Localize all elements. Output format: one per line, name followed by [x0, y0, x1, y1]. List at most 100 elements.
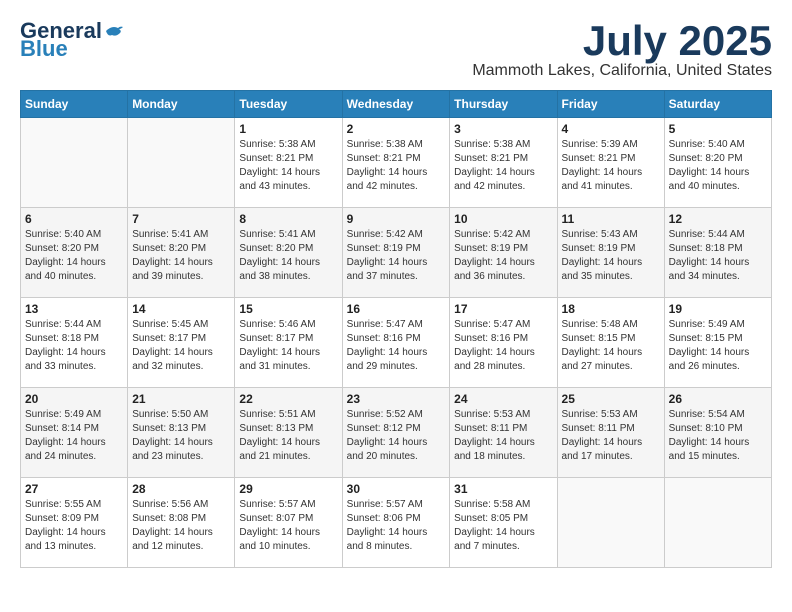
day-info: Sunrise: 5:40 AM Sunset: 8:20 PM Dayligh…	[25, 228, 123, 284]
day-info: Sunrise: 5:58 AM Sunset: 8:05 PM Dayligh…	[454, 498, 552, 554]
day-number: 4	[562, 122, 660, 136]
day-number: 30	[347, 482, 446, 496]
calendar-day-cell	[557, 478, 664, 568]
calendar-day-cell: 5 Sunrise: 5:40 AM Sunset: 8:20 PM Daylig…	[664, 118, 771, 208]
calendar-week-row: 27 Sunrise: 5:55 AM Sunset: 8:09 PM Dayli…	[21, 478, 772, 568]
calendar-day-cell: 15Sunrise: 5:46 AM Sunset: 8:17 PM Dayli…	[235, 298, 342, 388]
calendar-day-cell	[664, 478, 771, 568]
logo: General Blue	[20, 20, 124, 60]
day-number: 25	[562, 392, 660, 406]
calendar-weekday-header: Friday	[557, 91, 664, 118]
day-number: 14	[132, 302, 230, 316]
day-info: Sunrise: 5:40 AM Sunset: 8:20 PM Dayligh…	[669, 138, 767, 194]
calendar-weekday-header: Wednesday	[342, 91, 450, 118]
calendar-weekday-header: Tuesday	[235, 91, 342, 118]
day-number: 13	[25, 302, 123, 316]
day-number: 17	[454, 302, 552, 316]
calendar-week-row: 13 Sunrise: 5:44 AM Sunset: 8:18 PM Dayli…	[21, 298, 772, 388]
day-number: 1	[239, 122, 337, 136]
day-info: Sunrise: 5:51 AM Sunset: 8:13 PM Dayligh…	[239, 408, 337, 464]
calendar-day-cell: 17 Sunrise: 5:47 AM Sunset: 8:16 PM Dayli…	[450, 298, 557, 388]
calendar-week-row: 20 Sunrise: 5:49 AM Sunset: 8:14 PM Dayli…	[21, 388, 772, 478]
calendar-day-cell: 22 Sunrise: 5:51 AM Sunset: 8:13 PM Dayli…	[235, 388, 342, 478]
day-info: Sunrise: 5:57 AM Sunset: 8:06 PM Dayligh…	[347, 498, 446, 554]
day-info: Sunrise: 5:49 AM Sunset: 8:15 PM Dayligh…	[669, 318, 767, 374]
day-number: 3	[454, 122, 552, 136]
calendar-day-cell: 18 Sunrise: 5:48 AM Sunset: 8:15 PM Dayli…	[557, 298, 664, 388]
calendar-day-cell: 16Sunrise: 5:47 AM Sunset: 8:16 PM Dayli…	[342, 298, 450, 388]
calendar-day-cell: 3 Sunrise: 5:38 AM Sunset: 8:21 PM Daylig…	[450, 118, 557, 208]
day-info: Sunrise: 5:53 AM Sunset: 8:11 PM Dayligh…	[454, 408, 552, 464]
day-number: 18	[562, 302, 660, 316]
day-info: Sunrise: 5:53 AM Sunset: 8:11 PM Dayligh…	[562, 408, 660, 464]
calendar-day-cell: 13 Sunrise: 5:44 AM Sunset: 8:18 PM Dayli…	[21, 298, 128, 388]
title-section: July 2025 Mammoth Lakes, California, Uni…	[472, 20, 772, 80]
calendar-day-cell: 25 Sunrise: 5:53 AM Sunset: 8:11 PM Dayli…	[557, 388, 664, 478]
calendar-day-cell: 26 Sunrise: 5:54 AM Sunset: 8:10 PM Dayli…	[664, 388, 771, 478]
day-number: 12	[669, 212, 767, 226]
day-number: 28	[132, 482, 230, 496]
day-info: Sunrise: 5:48 AM Sunset: 8:15 PM Dayligh…	[562, 318, 660, 374]
day-info: Sunrise: 5:50 AM Sunset: 8:13 PM Dayligh…	[132, 408, 230, 464]
day-number: 2	[347, 122, 446, 136]
day-number: 22	[239, 392, 337, 406]
day-number: 26	[669, 392, 767, 406]
day-info: Sunrise: 5:41 AM Sunset: 8:20 PM Dayligh…	[239, 228, 337, 284]
calendar-day-cell: 1 Sunrise: 5:38 AM Sunset: 8:21 PM Daylig…	[235, 118, 342, 208]
calendar-day-cell: 19 Sunrise: 5:49 AM Sunset: 8:15 PM Dayli…	[664, 298, 771, 388]
day-info: Sunrise: 5:42 AM Sunset: 8:19 PM Dayligh…	[454, 228, 552, 284]
calendar-day-cell: 29 Sunrise: 5:57 AM Sunset: 8:07 PM Dayli…	[235, 478, 342, 568]
day-info: Sunrise: 5:43 AM Sunset: 8:19 PM Dayligh…	[562, 228, 660, 284]
page-header: General Blue July 2025 Mammoth Lakes, Ca…	[20, 20, 772, 80]
day-info: Sunrise: 5:47 AM Sunset: 8:16 PM Dayligh…	[347, 318, 446, 374]
calendar-week-row: 1 Sunrise: 5:38 AM Sunset: 8:21 PM Daylig…	[21, 118, 772, 208]
day-number: 23	[347, 392, 446, 406]
calendar-day-cell: 31 Sunrise: 5:58 AM Sunset: 8:05 PM Dayli…	[450, 478, 557, 568]
calendar-day-cell: 4 Sunrise: 5:39 AM Sunset: 8:21 PM Daylig…	[557, 118, 664, 208]
day-number: 31	[454, 482, 552, 496]
day-number: 5	[669, 122, 767, 136]
day-info: Sunrise: 5:39 AM Sunset: 8:21 PM Dayligh…	[562, 138, 660, 194]
calendar-day-cell: 24 Sunrise: 5:53 AM Sunset: 8:11 PM Dayli…	[450, 388, 557, 478]
calendar-day-cell: 27 Sunrise: 5:55 AM Sunset: 8:09 PM Dayli…	[21, 478, 128, 568]
day-info: Sunrise: 5:57 AM Sunset: 8:07 PM Dayligh…	[239, 498, 337, 554]
day-number: 7	[132, 212, 230, 226]
day-number: 21	[132, 392, 230, 406]
day-info: Sunrise: 5:45 AM Sunset: 8:17 PM Dayligh…	[132, 318, 230, 374]
day-number: 8	[239, 212, 337, 226]
day-number: 6	[25, 212, 123, 226]
day-number: 24	[454, 392, 552, 406]
day-info: Sunrise: 5:41 AM Sunset: 8:20 PM Dayligh…	[132, 228, 230, 284]
day-info: Sunrise: 5:38 AM Sunset: 8:21 PM Dayligh…	[239, 138, 337, 194]
calendar-day-cell: 23Sunrise: 5:52 AM Sunset: 8:12 PM Dayli…	[342, 388, 450, 478]
day-info: Sunrise: 5:55 AM Sunset: 8:09 PM Dayligh…	[25, 498, 123, 554]
day-info: Sunrise: 5:49 AM Sunset: 8:14 PM Dayligh…	[25, 408, 123, 464]
calendar-day-cell	[128, 118, 235, 208]
day-info: Sunrise: 5:47 AM Sunset: 8:16 PM Dayligh…	[454, 318, 552, 374]
calendar-day-cell: 6 Sunrise: 5:40 AM Sunset: 8:20 PM Daylig…	[21, 208, 128, 298]
day-info: Sunrise: 5:56 AM Sunset: 8:08 PM Dayligh…	[132, 498, 230, 554]
calendar-day-cell: 8 Sunrise: 5:41 AM Sunset: 8:20 PM Daylig…	[235, 208, 342, 298]
day-number: 19	[669, 302, 767, 316]
calendar-day-cell: 14 Sunrise: 5:45 AM Sunset: 8:17 PM Dayli…	[128, 298, 235, 388]
day-info: Sunrise: 5:44 AM Sunset: 8:18 PM Dayligh…	[669, 228, 767, 284]
calendar-day-cell: 11 Sunrise: 5:43 AM Sunset: 8:19 PM Dayli…	[557, 208, 664, 298]
calendar-day-cell: 7 Sunrise: 5:41 AM Sunset: 8:20 PM Daylig…	[128, 208, 235, 298]
day-number: 29	[239, 482, 337, 496]
day-info: Sunrise: 5:42 AM Sunset: 8:19 PM Dayligh…	[347, 228, 446, 284]
calendar-day-cell: 30 Sunrise: 5:57 AM Sunset: 8:06 PM Dayli…	[342, 478, 450, 568]
day-info: Sunrise: 5:54 AM Sunset: 8:10 PM Dayligh…	[669, 408, 767, 464]
location-title: Mammoth Lakes, California, United States	[472, 62, 772, 80]
day-number: 9	[347, 212, 446, 226]
calendar-day-cell: 9 Sunrise: 5:42 AM Sunset: 8:19 PM Daylig…	[342, 208, 450, 298]
day-number: 11	[562, 212, 660, 226]
calendar-day-cell: 21 Sunrise: 5:50 AM Sunset: 8:13 PM Dayli…	[128, 388, 235, 478]
calendar-day-cell: 20 Sunrise: 5:49 AM Sunset: 8:14 PM Dayli…	[21, 388, 128, 478]
calendar-day-cell: 10 Sunrise: 5:42 AM Sunset: 8:19 PM Dayli…	[450, 208, 557, 298]
day-number: 27	[25, 482, 123, 496]
day-number: 10	[454, 212, 552, 226]
day-info: Sunrise: 5:44 AM Sunset: 8:18 PM Dayligh…	[25, 318, 123, 374]
calendar-day-cell: 28 Sunrise: 5:56 AM Sunset: 8:08 PM Dayli…	[128, 478, 235, 568]
day-info: Sunrise: 5:38 AM Sunset: 8:21 PM Dayligh…	[454, 138, 552, 194]
day-number: 20	[25, 392, 123, 406]
